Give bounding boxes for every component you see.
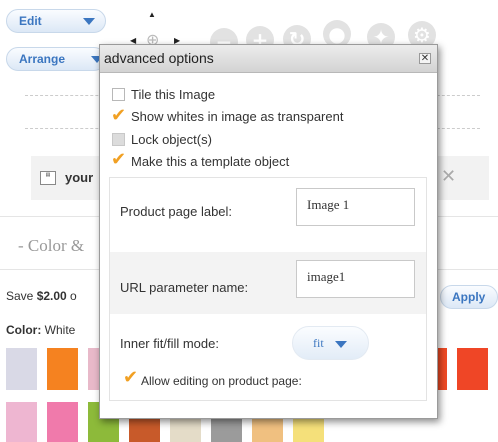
fit-mode-dropdown[interactable]: fit xyxy=(292,326,369,360)
dialog-title: advanced options xyxy=(104,50,214,66)
color-swatch[interactable] xyxy=(6,402,37,442)
tile-image-label: Tile this Image xyxy=(131,87,216,102)
dialog-header[interactable]: advanced options ✕ xyxy=(100,45,437,73)
close-icon[interactable]: ✕ xyxy=(419,53,431,64)
url-parameter-input[interactable]: image1 xyxy=(296,260,415,298)
product-page-label-input[interactable]: Image 1 xyxy=(296,188,415,226)
chevron-down-icon xyxy=(335,341,347,348)
fit-mode-value: fit xyxy=(313,336,324,350)
tile-image-checkbox[interactable] xyxy=(112,88,125,101)
color-swatch[interactable] xyxy=(47,402,78,442)
transparent-whites-checkbox[interactable]: ✔ xyxy=(111,105,127,126)
product-page-label-text: Product page label: xyxy=(120,204,233,219)
url-parameter-row: URL parameter name: image1 xyxy=(110,252,426,314)
lock-objects-label: Lock object(s) xyxy=(131,132,212,147)
apply-button[interactable]: Apply xyxy=(440,285,498,309)
nudge-up-icon[interactable]: ▲ xyxy=(148,10,156,19)
color-section-heading[interactable]: - Color & xyxy=(18,236,84,256)
checkmark-icon: ✔ xyxy=(123,367,139,388)
advanced-options-dialog: advanced options ✕ Tile this Image ✔ Sho… xyxy=(99,44,438,419)
arrange-button-label: Arrange xyxy=(19,52,66,66)
template-settings-panel: Product page label: Image 1 URL paramete… xyxy=(109,177,427,401)
color-label: Color: White xyxy=(6,323,76,337)
color-swatch[interactable] xyxy=(47,348,78,390)
url-parameter-label: URL parameter name: xyxy=(120,280,249,295)
arrange-button[interactable]: Arrange xyxy=(6,47,106,71)
color-swatch[interactable] xyxy=(457,348,488,390)
allow-editing-checkbox[interactable]: ✔ xyxy=(123,367,139,388)
checkmark-icon: ✔ xyxy=(111,105,127,126)
nudge-control: ▲ ◀ ⊕ ▶ xyxy=(118,8,190,49)
fit-mode-label: Inner fit/fill mode: xyxy=(120,336,219,351)
lock-objects-checkbox[interactable] xyxy=(112,133,125,146)
promo-amount: $2.00 xyxy=(36,289,67,303)
allow-editing-label: Allow editing on product page: xyxy=(141,374,302,388)
apply-button-label: Apply xyxy=(452,290,486,304)
promo-text: Save $2.00 o xyxy=(6,289,77,303)
product-page-label-row: Product page label: Image 1 xyxy=(110,178,426,234)
image-thumbnail-icon: ▤ xyxy=(40,171,56,185)
checkmark-icon: ✔ xyxy=(111,149,127,170)
transparent-whites-label: Show whites in image as transparent xyxy=(131,109,344,124)
template-object-label: Make this a template object xyxy=(131,154,290,169)
color-swatch[interactable] xyxy=(6,348,37,390)
template-object-checkbox[interactable]: ✔ xyxy=(111,149,127,170)
color-selected-value: White xyxy=(44,323,76,337)
chevron-down-icon xyxy=(83,18,95,25)
remove-item-icon[interactable]: ✕ xyxy=(441,166,456,187)
design-item-label: your xyxy=(65,170,94,185)
edit-button-label: Edit xyxy=(19,14,42,28)
edit-button[interactable]: Edit xyxy=(6,9,106,33)
